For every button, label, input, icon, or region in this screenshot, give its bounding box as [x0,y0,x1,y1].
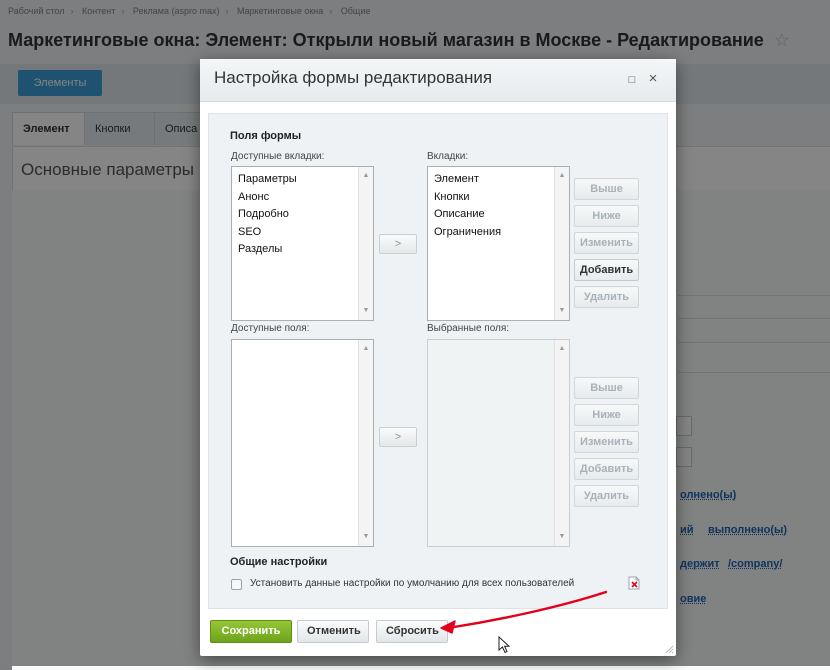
scroll-down-icon[interactable]: ▼ [359,305,373,317]
available-tabs-list[interactable]: Параметры Анонс Подробно SEO Разделы ▲ ▼ [231,166,374,321]
field-down-button[interactable]: Ниже [574,404,639,426]
tabs-label: Вкладки: [427,151,469,162]
scroll-up-icon[interactable]: ▲ [359,343,373,355]
scroll-down-icon[interactable]: ▼ [555,305,569,317]
scrollbar[interactable]: ▲ ▼ [358,167,373,320]
scrollbar[interactable]: ▲ ▼ [358,340,373,546]
list-item[interactable]: Анонс [232,189,373,207]
list-item[interactable]: Ограничения [428,224,569,242]
move-field-button[interactable]: > [379,427,417,447]
list-item[interactable]: Описание [428,206,569,224]
list-item[interactable]: SEO [232,224,373,242]
list-item[interactable]: Подробно [232,206,373,224]
scroll-up-icon[interactable]: ▲ [555,170,569,182]
selected-fields-list[interactable]: ▲ ▼ [427,339,570,547]
scrollbar[interactable]: ▲ ▼ [554,340,569,546]
maximize-icon[interactable]: □ [625,73,639,87]
tab-up-button[interactable]: Выше [574,178,639,200]
list-item[interactable]: Кнопки [428,189,569,207]
mouse-cursor-icon [498,636,510,654]
scroll-down-icon[interactable]: ▼ [555,531,569,543]
list-item[interactable]: Элемент [428,171,569,189]
tab-down-button[interactable]: Ниже [574,205,639,227]
dialog-header[interactable]: Настройка формы редактирования □ × [200,59,676,102]
scroll-up-icon[interactable]: ▲ [555,343,569,355]
dialog-title: Настройка формы редактирования [214,68,493,87]
resize-handle-icon[interactable] [664,644,674,654]
tab-delete-button[interactable]: Удалить [574,286,639,308]
available-fields-list[interactable]: ▲ ▼ [231,339,374,547]
save-button[interactable]: Сохранить [210,620,292,643]
form-fields-heading: Поля формы [230,130,302,142]
tab-add-button[interactable]: Добавить [574,259,639,281]
default-settings-checkbox[interactable] [231,579,242,590]
tabs-list[interactable]: Элемент Кнопки Описание Ограничения ▲ ▼ [427,166,570,321]
scrollbar[interactable]: ▲ ▼ [554,167,569,320]
available-tabs-label: Доступные вкладки: [231,151,325,162]
scroll-up-icon[interactable]: ▲ [359,170,373,182]
default-settings-checkbox-label[interactable]: Установить данные настройки по умолчанию… [250,578,574,589]
close-icon[interactable]: × [646,71,660,86]
move-tab-button[interactable]: > [379,234,417,254]
list-item[interactable]: Параметры [232,171,373,189]
general-settings-heading: Общие настройки [230,556,328,568]
field-delete-button[interactable]: Удалить [574,485,639,507]
field-up-button[interactable]: Выше [574,377,639,399]
cancel-button[interactable]: Отменить [297,620,369,643]
available-fields-label: Доступные поля: [231,323,310,334]
field-edit-button[interactable]: Изменить [574,431,639,453]
selected-fields-label: Выбранные поля: [427,323,510,334]
scroll-down-icon[interactable]: ▼ [359,531,373,543]
field-add-button[interactable]: Добавить [574,458,639,480]
delete-settings-icon[interactable] [628,576,640,590]
tab-edit-button[interactable]: Изменить [574,232,639,254]
reset-button[interactable]: Сбросить [376,620,448,643]
list-item[interactable]: Разделы [232,241,373,259]
